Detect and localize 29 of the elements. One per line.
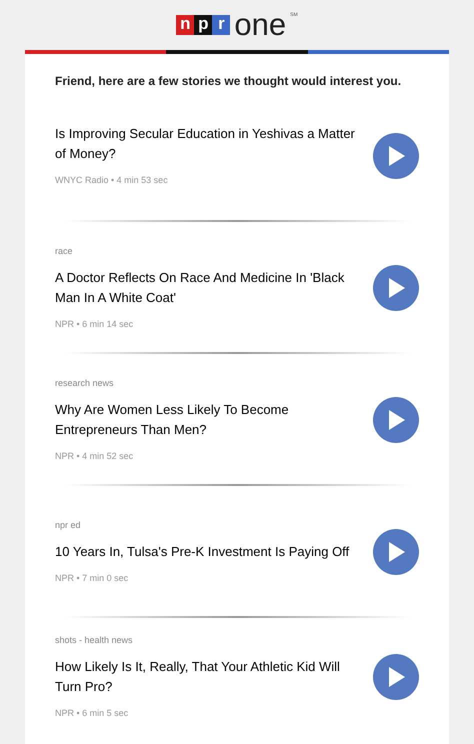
story-title[interactable]: How Likely Is It, Really, That Your Athletic Kid Will Turn Pro?: [55, 657, 355, 697]
story-meta: WNYC Radio • 4 min 53 sec: [55, 174, 169, 188]
play-button[interactable]: [373, 529, 419, 575]
logo-letter: r: [212, 15, 230, 35]
play-button[interactable]: [373, 133, 419, 179]
play-button[interactable]: [373, 397, 419, 443]
category-label: race: [55, 244, 74, 258]
story-meta: NPR • 4 min 52 sec: [55, 450, 134, 463]
story-meta: NPR • 6 min 14 sec: [55, 318, 134, 331]
story-title[interactable]: Why Are Women Less Likely To Become Entrepreneurs Than Men?: [55, 400, 355, 440]
logo-word: one: [234, 8, 286, 40]
play-button[interactable]: [373, 654, 419, 700]
story-meta: NPR • 6 min 5 sec: [55, 707, 130, 720]
logo-letter: n: [176, 15, 194, 35]
intro-text: Friend, here are a few stories we thought would interest you.: [55, 73, 402, 90]
logo-letter: p: [194, 15, 212, 35]
category-label: npr ed: [55, 518, 82, 532]
story-title[interactable]: Is Improving Secular Education in Yeshivas a Matter of Money?: [55, 124, 355, 164]
play-icon: [387, 667, 405, 687]
play-icon: [387, 146, 405, 166]
play-icon: [387, 278, 405, 298]
play-icon: [387, 542, 405, 562]
play-icon: [387, 410, 405, 430]
category-label: shots - health news: [55, 634, 134, 646]
story-meta: NPR • 7 min 0 sec: [55, 572, 130, 585]
story-title[interactable]: A Doctor Reflects On Race And Medicine In 'Black Man In A White Coat': [55, 268, 355, 308]
category-label: research news: [55, 376, 115, 390]
story-title[interactable]: 10 Years In, Tulsa's Pre-K Investment Is Paying Off: [55, 542, 355, 562]
play-button[interactable]: [373, 265, 419, 311]
